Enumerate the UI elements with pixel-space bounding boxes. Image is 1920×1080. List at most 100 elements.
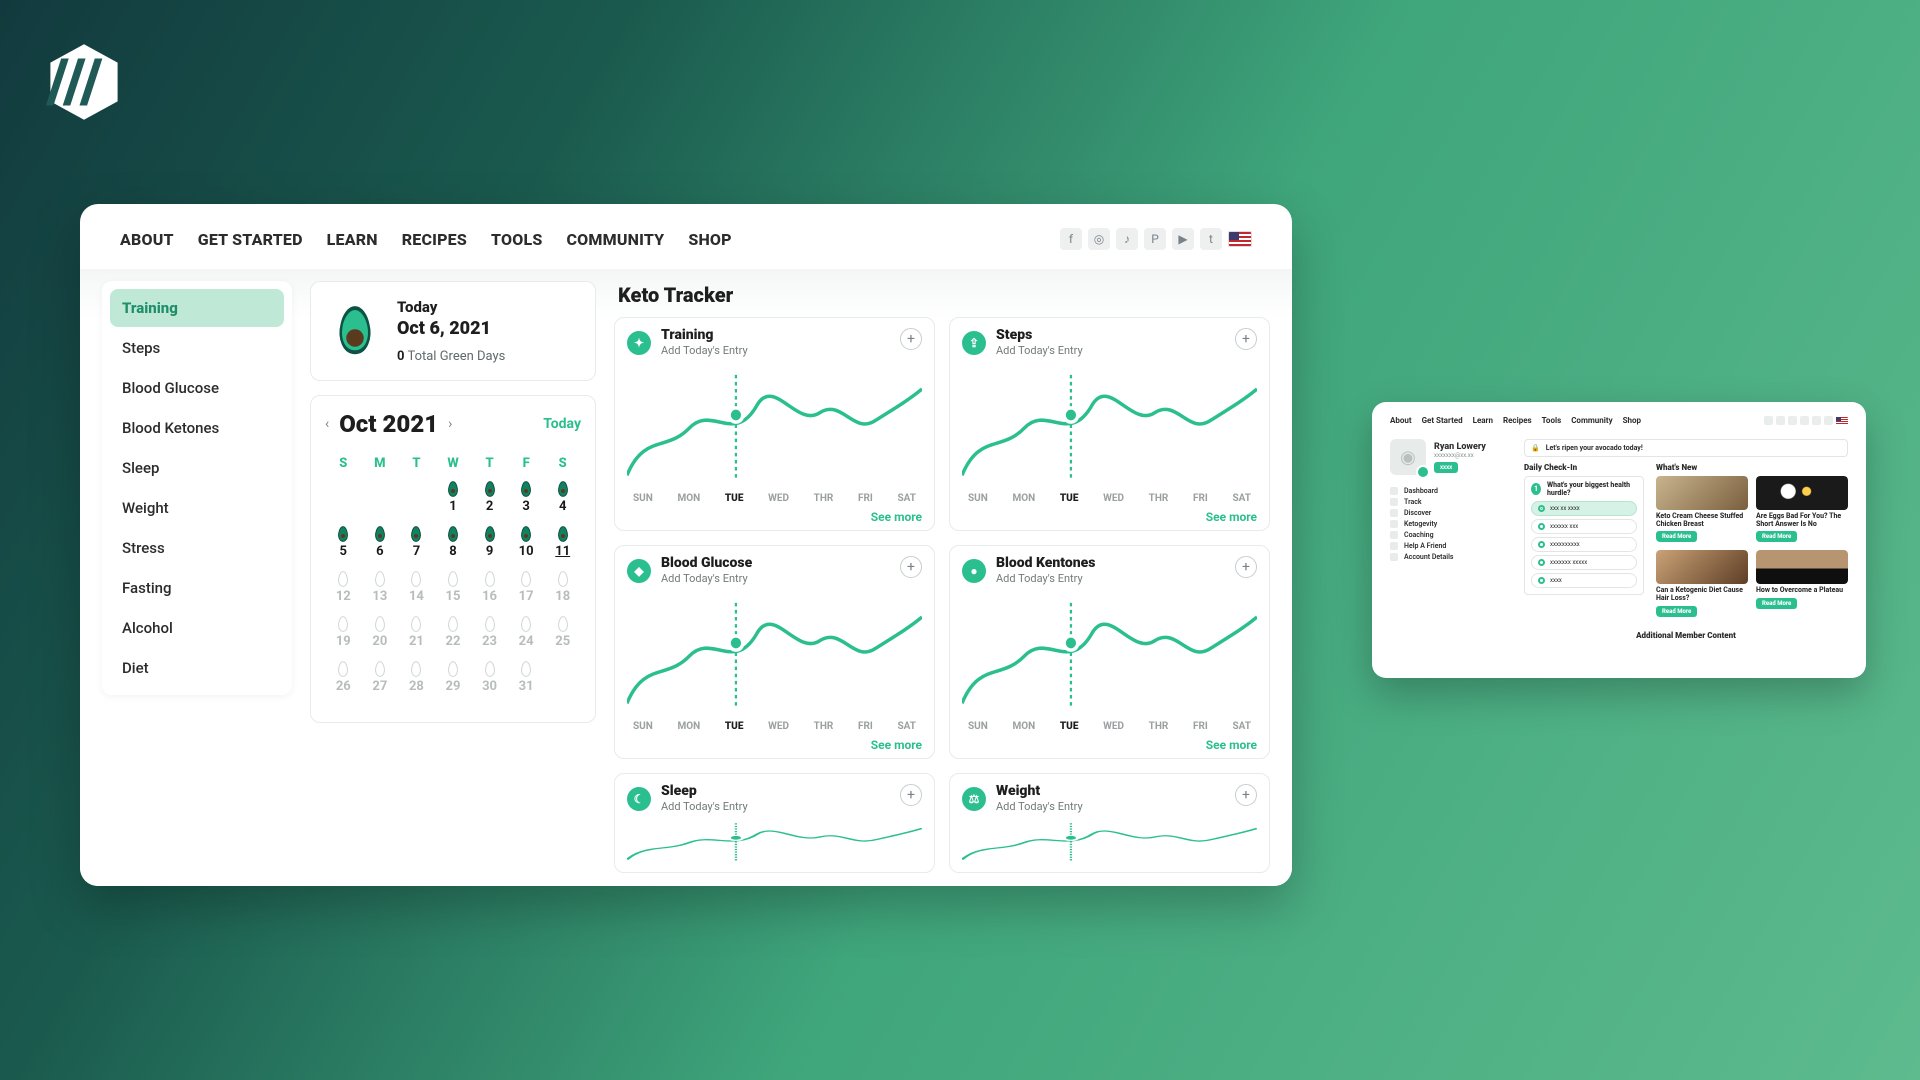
calendar-prev-button[interactable]: ‹ — [325, 416, 329, 432]
tracker-day[interactable]: SUN — [633, 721, 653, 732]
add-entry-button[interactable]: + — [1235, 784, 1257, 806]
mini-side-dashboard[interactable]: Dashboard — [1390, 487, 1510, 495]
card-subtitle[interactable]: Add Today's Entry — [661, 800, 748, 813]
calendar-day-21[interactable]: 21 — [398, 614, 435, 659]
mini-nav-recipes[interactable]: Recipes — [1503, 416, 1532, 425]
instagram-icon[interactable]: ◎ — [1088, 228, 1110, 250]
tracker-day[interactable]: SUN — [633, 493, 653, 504]
calendar-day-7[interactable]: 7 — [398, 524, 435, 569]
tracker-day[interactable]: WED — [1103, 721, 1124, 732]
tracker-day[interactable]: SAT — [898, 493, 916, 504]
mini-nav-tools[interactable]: Tools — [1542, 416, 1562, 425]
calendar-day-28[interactable]: 28 — [398, 659, 435, 704]
tracker-day[interactable]: TUE — [725, 493, 744, 504]
read-more-button[interactable]: Read More — [1756, 598, 1797, 609]
mini-nav-community[interactable]: Community — [1571, 416, 1612, 425]
locale-flag-us[interactable] — [1228, 231, 1252, 247]
sidebar-item-blood-ketones[interactable]: Blood Ketones — [110, 409, 284, 447]
checkin-option[interactable]: xxxx — [1531, 573, 1637, 588]
add-entry-button[interactable]: + — [1235, 556, 1257, 578]
read-more-button[interactable]: Read More — [1656, 531, 1697, 542]
nav-shop[interactable]: SHOP — [688, 230, 731, 249]
nav-tools[interactable]: TOOLS — [491, 230, 542, 249]
tracker-day[interactable]: MON — [677, 493, 700, 504]
mini-side-discover[interactable]: Discover — [1390, 509, 1510, 517]
calendar-day-18[interactable]: 18 — [544, 569, 581, 614]
nav-recipes[interactable]: RECIPES — [402, 230, 467, 249]
nav-about[interactable]: ABOUT — [120, 230, 174, 249]
whats-new-card[interactable]: Are Eggs Bad For You? The Short Answer I… — [1756, 476, 1848, 542]
calendar-day-24[interactable]: 24 — [508, 614, 545, 659]
calendar-day-11[interactable]: 11 — [544, 524, 581, 569]
calendar-day-6[interactable]: 6 — [362, 524, 399, 569]
nav-community[interactable]: COMMUNITY — [566, 230, 664, 249]
mini-side-ketogevity[interactable]: Ketogevity — [1390, 520, 1510, 528]
mini-side-coaching[interactable]: Coaching — [1390, 531, 1510, 539]
sidebar-item-stress[interactable]: Stress — [110, 529, 284, 567]
calendar-next-button[interactable]: › — [448, 416, 452, 432]
calendar-day-16[interactable]: 16 — [471, 569, 508, 614]
sidebar-item-training[interactable]: Training — [110, 289, 284, 327]
pinterest-icon[interactable]: P — [1144, 228, 1166, 250]
tracker-day[interactable]: THR — [814, 493, 834, 504]
calendar-today-button[interactable]: Today — [543, 416, 581, 432]
card-subtitle[interactable]: Add Today's Entry — [661, 344, 748, 357]
calendar-day-22[interactable]: 22 — [435, 614, 472, 659]
tracker-day[interactable]: FRI — [858, 721, 873, 732]
tracker-day[interactable]: FRI — [858, 493, 873, 504]
tracker-day[interactable]: WED — [1103, 493, 1124, 504]
see-more-link[interactable]: See more — [962, 738, 1257, 752]
calendar-day-2[interactable]: 2 — [471, 479, 508, 524]
nav-learn[interactable]: LEARN — [327, 230, 378, 249]
calendar-day-30[interactable]: 30 — [471, 659, 508, 704]
sidebar-item-blood-glucose[interactable]: Blood Glucose — [110, 369, 284, 407]
calendar-day-29[interactable]: 29 — [435, 659, 472, 704]
tracker-day[interactable]: MON — [677, 721, 700, 732]
whats-new-card[interactable]: Keto Cream Cheese Stuffed Chicken Breast… — [1656, 476, 1748, 542]
checkin-option[interactable]: xxxxxx xxx — [1531, 519, 1637, 534]
tracker-day[interactable]: SUN — [968, 721, 988, 732]
mini-side-help-a-friend[interactable]: Help A Friend — [1390, 542, 1510, 550]
calendar-day-20[interactable]: 20 — [362, 614, 399, 659]
calendar-day-5[interactable]: 5 — [325, 524, 362, 569]
calendar-day-13[interactable]: 13 — [362, 569, 399, 614]
whats-new-card[interactable]: Can a Ketogenic Diet Cause Hair Loss? Re… — [1656, 550, 1748, 616]
user-profile[interactable]: ◉ Ryan Lowery xxxxxxx@xx.xx xxxx — [1390, 439, 1510, 475]
mini-nav-about[interactable]: About — [1390, 416, 1412, 425]
checkin-option[interactable]: xxxxxxx xxxxx — [1531, 555, 1637, 570]
calendar-day-15[interactable]: 15 — [435, 569, 472, 614]
sidebar-item-steps[interactable]: Steps — [110, 329, 284, 367]
tracker-day[interactable]: TUE — [1060, 493, 1079, 504]
mini-nav-learn[interactable]: Learn — [1473, 416, 1493, 425]
card-subtitle[interactable]: Add Today's Entry — [661, 572, 752, 585]
tracker-day[interactable]: MON — [1012, 493, 1035, 504]
tracker-day[interactable]: WED — [768, 493, 789, 504]
mini-side-account-details[interactable]: Account Details — [1390, 553, 1510, 561]
card-subtitle[interactable]: Add Today's Entry — [996, 572, 1095, 585]
calendar-day-17[interactable]: 17 — [508, 569, 545, 614]
facebook-icon[interactable]: f — [1060, 228, 1082, 250]
calendar-day-26[interactable]: 26 — [325, 659, 362, 704]
tracker-day[interactable]: TUE — [1060, 721, 1079, 732]
mini-nav-get-started[interactable]: Get Started — [1422, 416, 1463, 425]
mini-side-track[interactable]: Track — [1390, 498, 1510, 506]
calendar-day-12[interactable]: 12 — [325, 569, 362, 614]
tracker-day[interactable]: SAT — [1233, 493, 1251, 504]
tracker-day[interactable]: TUE — [725, 721, 744, 732]
see-more-link[interactable]: See more — [962, 510, 1257, 524]
sidebar-item-weight[interactable]: Weight — [110, 489, 284, 527]
calendar-day-4[interactable]: 4 — [544, 479, 581, 524]
tracker-day[interactable]: FRI — [1193, 721, 1208, 732]
tiktok-icon[interactable]: ♪ — [1116, 228, 1138, 250]
read-more-button[interactable]: Read More — [1656, 606, 1697, 617]
nav-get-started[interactable]: GET STARTED — [198, 230, 303, 249]
card-subtitle[interactable]: Add Today's Entry — [996, 800, 1083, 813]
sidebar-item-sleep[interactable]: Sleep — [110, 449, 284, 487]
calendar-day-9[interactable]: 9 — [471, 524, 508, 569]
calendar-day-3[interactable]: 3 — [508, 479, 545, 524]
card-subtitle[interactable]: Add Today's Entry — [996, 344, 1083, 357]
checkin-option[interactable]: xxxxxxxxxx — [1531, 537, 1637, 552]
tracker-day[interactable]: SAT — [898, 721, 916, 732]
calendar-day-14[interactable]: 14 — [398, 569, 435, 614]
tracker-day[interactable]: SAT — [1233, 721, 1251, 732]
